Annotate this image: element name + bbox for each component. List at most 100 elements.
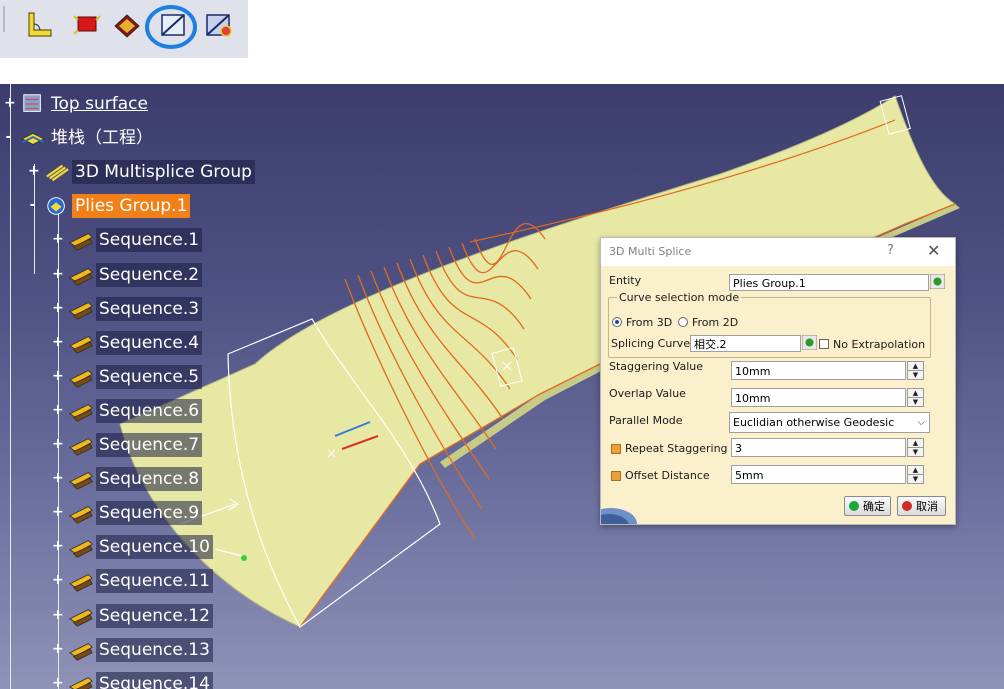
splicing-curves-field[interactable]: 相交.2 [690,335,801,352]
cancel-button[interactable]: 取消 [897,496,946,516]
expand-icon[interactable]: + [52,437,64,451]
from-3d-label: From 3D [626,316,673,329]
splicing-picker-icon[interactable] [802,335,817,350]
dialog-title-bar[interactable]: 3D Multi Splice ? ✕ [601,238,955,266]
tree-node-label[interactable]: Top surface [48,92,151,116]
tree-node[interactable]: - Plies Group.1 [28,192,191,220]
dialog-title: 3D Multi Splice [609,245,692,258]
expand-icon[interactable]: + [52,471,64,485]
tree-node[interactable]: + Sequence.5 [52,363,203,391]
tree-node-label[interactable]: Sequence.10 [96,535,213,560]
tree-node[interactable]: + Top surface [4,90,151,118]
sequence-icon [69,369,93,388]
expand-icon[interactable]: + [52,676,64,689]
ply-rectangle-icon[interactable] [72,10,102,40]
repeat-staggering-checkbox[interactable] [611,444,621,454]
tree-node[interactable]: + Sequence.6 [52,397,203,425]
tree-node-label[interactable]: Sequence.9 [96,501,203,526]
expand-icon[interactable]: + [52,267,64,281]
expand-icon[interactable]: + [52,335,64,349]
ply-exploder-icon[interactable] [112,10,142,40]
specification-tree: + Top surface - 堆栈（工程） +3D Multisplice Group… [0,84,300,689]
from-3d-radio[interactable] [612,317,622,327]
expand-icon[interactable]: + [52,539,64,553]
close-button[interactable]: ✕ [927,241,940,260]
help-button[interactable]: ? [887,243,894,258]
parallel-mode-select[interactable]: Euclidian otherwise Geodesic ⌵ [729,412,930,433]
staggering-field[interactable]: 10mm [731,361,906,380]
entity-field[interactable]: Plies Group.1 [729,274,929,291]
tree-node-label[interactable]: Sequence.3 [96,296,203,321]
overlap-spinner[interactable]: ▲ ▼ [907,388,924,407]
sequence-icon [69,472,93,490]
staggering-spinner[interactable]: ▲ ▼ [907,361,924,380]
ok-icon [849,501,859,511]
expand-icon[interactable]: + [52,505,64,519]
tree-node-label[interactable]: Plies Group.1 [72,194,191,219]
tree-node-label[interactable]: Sequence.1 [96,228,203,253]
tree-node-label[interactable]: Sequence.5 [96,364,203,389]
parallel-mode-label: Parallel Mode [609,414,683,427]
tree-node[interactable]: + Sequence.1 [52,226,203,254]
offset-distance-field[interactable]: 5mm [731,465,906,484]
tree-node-label[interactable]: Sequence.6 [96,398,203,423]
tree-node[interactable]: + Sequence.11 [52,567,213,595]
toolbar-grip[interactable] [3,6,5,32]
tree-node[interactable]: + Sequence.3 [52,295,203,323]
expand-icon[interactable]: + [52,369,64,383]
overlap-field[interactable]: 10mm [731,388,906,407]
tree-node[interactable]: + Sequence.4 [52,329,203,357]
sequence-icon [69,506,93,524]
tree-node-label[interactable]: Sequence.8 [96,467,203,492]
tree-node-label[interactable]: Sequence.14 [96,671,213,689]
from-2d-radio[interactable] [678,317,688,327]
tree-node[interactable]: + Sequence.9 [52,499,203,527]
tree-node-label[interactable]: 3D Multisplice Group [72,160,255,185]
ply-angle-icon[interactable] [24,10,54,40]
entity-picker-icon[interactable] [930,274,945,289]
collapse-icon[interactable]: - [28,198,37,212]
sequence-icon [69,267,93,286]
curve-mode-group-label: Curve selection mode [617,291,742,304]
repeat-staggering-spinner[interactable]: ▲ ▼ [907,438,924,457]
offset-distance-spinner[interactable]: ▲ ▼ [907,465,924,484]
expand-icon[interactable]: + [52,573,64,587]
sequence-icon [69,574,93,593]
no-extrapolation-checkbox[interactable] [819,339,829,349]
tree-node-label[interactable]: Sequence.13 [96,637,213,662]
tree-node[interactable]: +3D Multisplice Group [28,158,255,186]
expand-icon[interactable]: + [52,232,64,246]
tree-node-label[interactable]: Sequence.11 [96,569,213,594]
tree-node[interactable]: + Sequence.7 [52,431,203,459]
tree-node-label[interactable]: Sequence.2 [96,262,203,287]
expand-icon[interactable]: + [52,642,64,656]
from-2d-label: From 2D [692,316,739,329]
tree-node[interactable]: + Sequence.13 [52,636,213,664]
expand-icon[interactable]: + [52,403,64,417]
collapse-icon[interactable]: - [4,130,13,144]
multisplice-group-icon [46,164,69,182]
sequence-icon [69,608,93,627]
sequence-icon [69,301,93,320]
expand-icon[interactable]: + [28,164,40,178]
expand-icon[interactable]: + [52,608,64,622]
ok-button[interactable]: 确定 [844,496,891,516]
splice-3d-icon[interactable] [204,10,234,40]
toolbar [0,0,248,58]
tree-node-label[interactable]: Sequence.7 [96,433,203,457]
tree-node[interactable]: + Sequence.8 [52,465,203,493]
highlight-circle [145,5,197,49]
tree-node[interactable]: + Sequence.12 [52,602,213,630]
expand-icon[interactable]: + [52,301,64,315]
repeat-staggering-field[interactable]: 3 [731,438,906,457]
tree-node[interactable]: + Sequence.14 [52,670,213,689]
tree-node-label[interactable]: Sequence.4 [96,330,203,355]
tree-node-label[interactable]: Sequence.12 [96,603,213,628]
tree-node-label[interactable]: 堆栈（工程） [48,126,156,150]
offset-distance-checkbox[interactable] [611,471,621,481]
tree-node[interactable]: + Sequence.10 [52,533,213,561]
tree-node[interactable]: + Sequence.2 [52,261,203,289]
tree-node[interactable]: - 堆栈（工程） [4,124,156,152]
tree-connector [10,84,11,689]
expand-icon[interactable]: + [4,96,16,110]
